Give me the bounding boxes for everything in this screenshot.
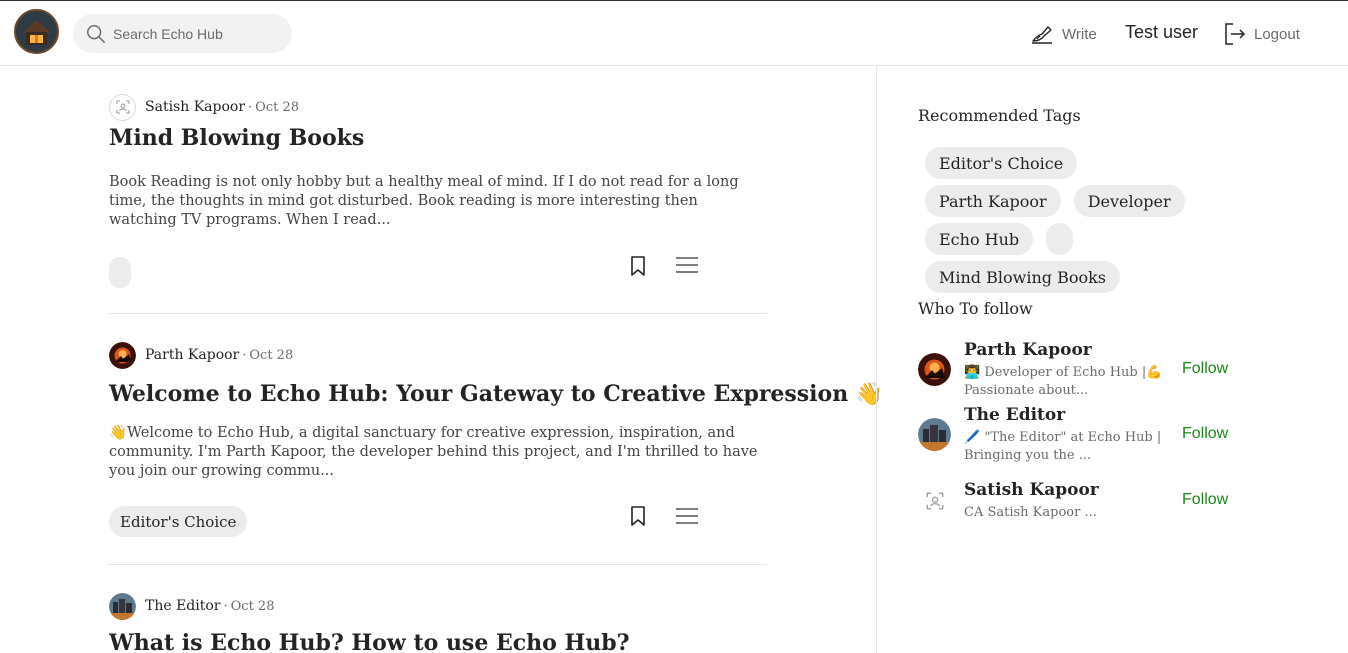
recommended-tags-heading: Recommended Tags	[918, 106, 1081, 125]
follow-button[interactable]: Follow	[1182, 491, 1228, 509]
follow-bio: 🖊️ "The Editor" at Echo Hub | Bringing y…	[964, 430, 1162, 463]
logout-button[interactable]: Logout	[1224, 21, 1300, 47]
write-button[interactable]: Write	[1030, 21, 1097, 47]
follow-name[interactable]: The Editor	[964, 405, 1065, 425]
follow-avatar[interactable]	[918, 353, 951, 386]
post-excerpt[interactable]: Book Reading is not only hobby but a hea…	[109, 173, 769, 230]
separator-dot: ·	[242, 347, 247, 363]
top-header: Write Test user Logout	[0, 0, 1348, 66]
follow-name[interactable]: Satish Kapoor	[964, 480, 1099, 500]
post-card[interactable]: The Editor · Oct 28 What is Echo Hub? Ho…	[109, 592, 767, 653]
follow-name[interactable]: Parth Kapoor	[964, 340, 1092, 360]
search-input[interactable]	[113, 14, 283, 53]
tag-chip[interactable]: Parth Kapoor	[925, 185, 1061, 217]
post-title[interactable]: What is Echo Hub? How to use Echo Hub?	[109, 630, 630, 653]
tag-chip[interactable]: Echo Hub	[925, 223, 1034, 255]
post-author: Satish Kapoor · Oct 28	[109, 93, 299, 121]
author-name[interactable]: Satish Kapoor	[145, 99, 245, 115]
post-divider	[109, 313, 767, 314]
menu-icon[interactable]	[675, 255, 699, 275]
avatar-image	[109, 592, 136, 620]
tag-chip[interactable]: Mind Blowing Books	[925, 261, 1121, 293]
default-user-icon	[926, 492, 943, 509]
bookmark-icon[interactable]	[629, 505, 647, 527]
logout-label: Logout	[1254, 25, 1300, 43]
post-title[interactable]: Welcome to Echo Hub: Your Gateway to Cre…	[109, 381, 883, 407]
follow-bio: CA Satish Kapoor ...	[964, 505, 1097, 520]
post-title[interactable]: Mind Blowing Books	[109, 125, 364, 151]
tag-chip[interactable]	[1046, 223, 1074, 255]
current-username[interactable]: Test user	[1125, 22, 1198, 43]
author-avatar[interactable]	[109, 93, 136, 121]
search-icon	[87, 25, 105, 43]
author-name[interactable]: The Editor	[145, 598, 221, 614]
avatar-image	[918, 353, 951, 386]
search-bar[interactable]	[73, 14, 292, 53]
logo-house-icon	[16, 11, 57, 52]
post-date: Oct 28	[230, 598, 275, 614]
author-avatar[interactable]	[109, 592, 136, 620]
follow-avatar[interactable]	[918, 418, 951, 451]
post-excerpt[interactable]: 👋Welcome to Echo Hub, a digital sanctuar…	[109, 424, 769, 481]
post-divider	[109, 564, 767, 565]
menu-icon[interactable]	[675, 506, 699, 526]
follow-suggestion: The Editor 🖊️ "The Editor" at Echo Hub |…	[918, 405, 1238, 465]
recommended-tags-list: Editor's Choice Parth Kapoor Developer E…	[925, 147, 1225, 293]
write-label: Write	[1062, 25, 1097, 43]
post-card[interactable]: Parth Kapoor · Oct 28 Welcome to Echo Hu…	[109, 341, 883, 541]
follow-button[interactable]: Follow	[1182, 360, 1228, 378]
avatar-image	[918, 418, 951, 451]
author-name[interactable]: Parth Kapoor	[145, 347, 239, 363]
logout-icon	[1225, 23, 1246, 45]
post-author: The Editor · Oct 28	[109, 592, 274, 620]
post-tag[interactable]	[109, 257, 131, 288]
avatar-image	[109, 341, 136, 369]
follow-bio: 👨‍💻 Developer of Echo Hub |💪 Passionate …	[964, 365, 1163, 398]
post-date: Oct 28	[249, 347, 294, 363]
post-tag[interactable]: Editor's Choice	[109, 506, 248, 537]
tag-chip[interactable]: Editor's Choice	[925, 147, 1078, 179]
write-pen-icon	[1032, 26, 1052, 44]
sidebar-divider	[876, 66, 877, 653]
follow-button[interactable]: Follow	[1182, 425, 1228, 443]
separator-dot: ·	[223, 598, 228, 614]
default-user-icon	[116, 100, 129, 114]
post-author: Parth Kapoor · Oct 28	[109, 341, 293, 369]
follow-avatar[interactable]	[918, 484, 951, 517]
who-to-follow-heading: Who To follow	[918, 299, 1033, 318]
follow-suggestion: Parth Kapoor 👨‍💻 Developer of Echo Hub |…	[918, 340, 1238, 400]
post-date: Oct 28	[255, 99, 299, 115]
follow-suggestion: Satish Kapoor CA Satish Kapoor ... Follo…	[918, 480, 1238, 540]
author-avatar[interactable]	[109, 341, 136, 369]
bookmark-icon[interactable]	[629, 255, 647, 277]
echo-hub-logo[interactable]	[14, 9, 59, 54]
tag-chip[interactable]: Developer	[1073, 185, 1185, 217]
post-card[interactable]: Satish Kapoor · Oct 28 Mind Blowing Book…	[109, 93, 767, 293]
separator-dot: ·	[248, 99, 253, 115]
